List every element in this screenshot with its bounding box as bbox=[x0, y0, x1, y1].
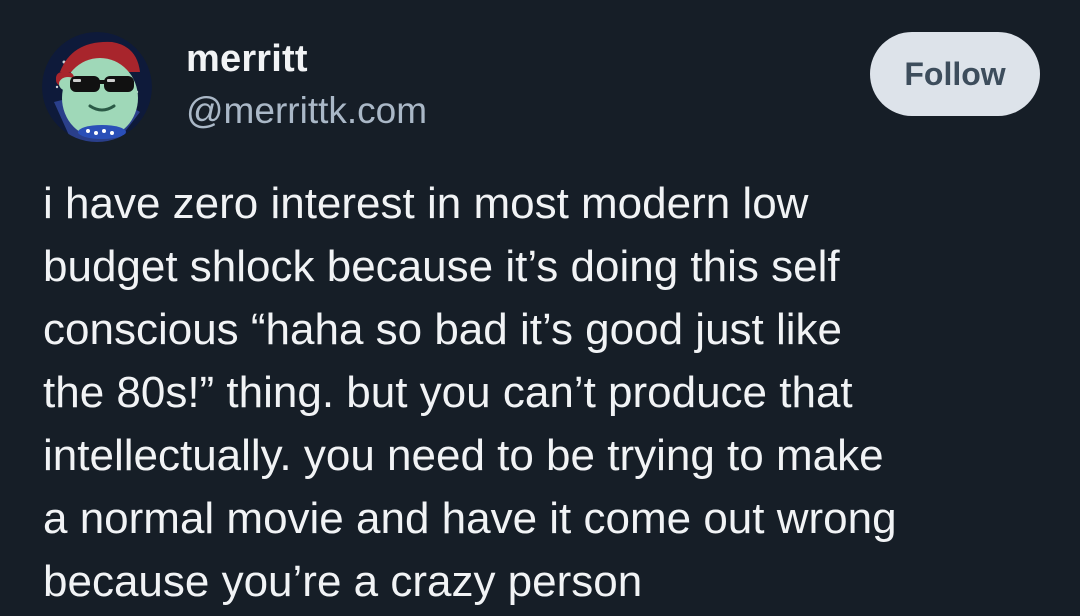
post-text-line: i have zero interest in most modern low bbox=[43, 179, 809, 228]
author-name[interactable]: merritt bbox=[186, 38, 308, 81]
post-text: i have zero interest in most modern low … bbox=[43, 172, 1053, 613]
post-text-line: budget shlock because it’s doing this se… bbox=[43, 242, 840, 291]
post-text-line: the 80s!” thing. but you can’t produce t… bbox=[43, 368, 853, 417]
post-text-line: because you’re a crazy person bbox=[43, 557, 643, 606]
post-card: merritt @merrittk.com Follow i have zero… bbox=[0, 0, 1080, 616]
follow-button[interactable]: Follow bbox=[870, 32, 1040, 116]
avatar-image bbox=[42, 32, 152, 142]
user-avatar[interactable] bbox=[42, 32, 152, 142]
post-text-line: a normal movie and have it come out wron… bbox=[43, 494, 897, 543]
post-text-line: intellectually. you need to be trying to… bbox=[43, 431, 884, 480]
post-text-line: conscious “haha so bad it’s good just li… bbox=[43, 305, 843, 354]
author-handle[interactable]: @merrittk.com bbox=[186, 90, 427, 132]
